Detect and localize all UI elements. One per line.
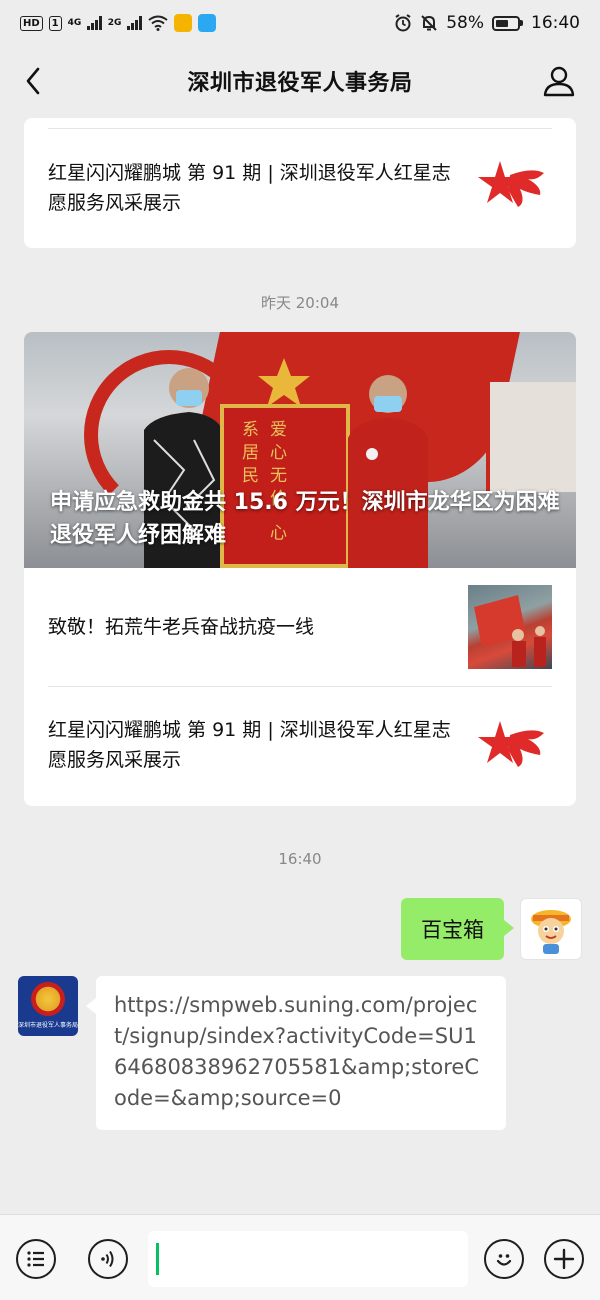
status-right: 58% 16:40: [394, 13, 580, 33]
list-menu-icon: [27, 1251, 44, 1267]
org-avatar[interactable]: 深圳市退役军人事务局: [18, 976, 78, 1036]
battery-percent: 58%: [446, 13, 484, 33]
article-thumbnail: [468, 703, 552, 787]
voice-icon: [101, 1250, 114, 1268]
battery-icon: [492, 15, 523, 31]
timestamp: 昨天 20:04: [261, 294, 339, 312]
red-star-hand-icon: [478, 161, 544, 207]
text-cursor: [156, 1243, 159, 1275]
article-title: 红星闪闪耀鹏城 第 91 期 | 深圳退役军人红星志愿服务风采展示: [48, 719, 451, 771]
article-row[interactable]: 红星闪闪耀鹏城 第 91 期 | 深圳退役军人红星志愿服务风采展示: [24, 118, 576, 248]
hero-article[interactable]: 爱心无价 心系居民 申请应急救助金共 15.6 万元！深圳市龙华区为困难退役军人…: [24, 332, 576, 568]
article-group-card: 爱心无价 心系居民 申请应急救助金共 15.6 万元！深圳市龙华区为困难退役军人…: [24, 332, 576, 806]
signal-icon: [87, 16, 102, 30]
article-row[interactable]: 致敬！拓荒牛老兵奋战抗疫一线: [24, 568, 576, 686]
plus-button[interactable]: [544, 1239, 584, 1279]
page-title: 深圳市退役军人事务局: [187, 71, 413, 96]
search-app-icon: [197, 14, 216, 32]
network-type-1: 4G: [67, 18, 82, 28]
weibo-icon: [173, 14, 192, 32]
received-message-text: https://smpweb.suning.com/project/signup…: [114, 993, 480, 1110]
emoji-icon: [496, 1254, 512, 1266]
back-button[interactable]: [18, 66, 48, 96]
article-card-top[interactable]: 红星闪闪耀鹏城 第 91 期 | 深圳退役军人红星志愿服务风采展示: [24, 118, 576, 248]
signal-icon-2: [127, 16, 142, 30]
cartoon-monkey-icon: [531, 910, 571, 954]
article-row-wrapper: 红星闪闪耀鹏城 第 91 期 | 深圳退役军人红星志愿服务风采展示: [24, 686, 576, 804]
clock: 16:40: [531, 13, 580, 33]
photo-thumbnail-icon: [474, 595, 546, 667]
status-bar: HD 1 4G 2G 58% 16:40: [0, 0, 600, 46]
chevron-left-icon: [26, 67, 40, 95]
voice-button[interactable]: [88, 1239, 128, 1279]
sim-badge: 1: [48, 15, 62, 31]
red-star-hand-icon: [478, 721, 544, 767]
org-avatar-label: 深圳市退役军人事务局: [18, 1022, 78, 1029]
profile-button[interactable]: [542, 64, 576, 98]
menu-button[interactable]: [16, 1239, 56, 1279]
hd-badge: HD: [20, 15, 43, 31]
mute-bell-icon: [421, 15, 437, 31]
wifi-icon: [148, 15, 168, 31]
alarm-icon: [395, 14, 411, 32]
message-input[interactable]: [148, 1231, 468, 1287]
article-title: 致敬！拓荒牛老兵奋战抗疫一线: [48, 616, 315, 638]
timestamp: 16:40: [278, 850, 322, 868]
article-row[interactable]: 红星闪闪耀鹏城 第 91 期 | 深圳退役军人红星志愿服务风采展示: [24, 686, 576, 804]
received-message-bubble[interactable]: https://smpweb.suning.com/project/signup…: [86, 976, 506, 1130]
person-icon: [543, 66, 575, 97]
user-avatar[interactable]: [520, 898, 582, 960]
national-emblem-icon: [31, 982, 65, 1016]
article-thumbnail: [468, 143, 552, 227]
hero-article-title: 申请应急救助金共 15.6 万元！深圳市龙华区为困难退役军人纾困解难: [50, 490, 560, 548]
plus-icon: [553, 1248, 575, 1270]
network-type-2: 2G: [107, 18, 122, 28]
status-left: HD 1 4G 2G: [20, 14, 216, 32]
sent-message-bubble[interactable]: 百宝箱: [401, 898, 514, 960]
wall-boards: [486, 382, 576, 492]
emoji-button[interactable]: [484, 1239, 524, 1279]
article-thumbnail: [468, 585, 552, 669]
nav-bar: 深圳市退役军人事务局: [0, 46, 600, 116]
input-bar: [0, 1214, 600, 1300]
article-title: 红星闪闪耀鹏城 第 91 期 | 深圳退役军人红星志愿服务风采展示: [48, 162, 451, 214]
sent-message-text: 百宝箱: [421, 918, 484, 942]
